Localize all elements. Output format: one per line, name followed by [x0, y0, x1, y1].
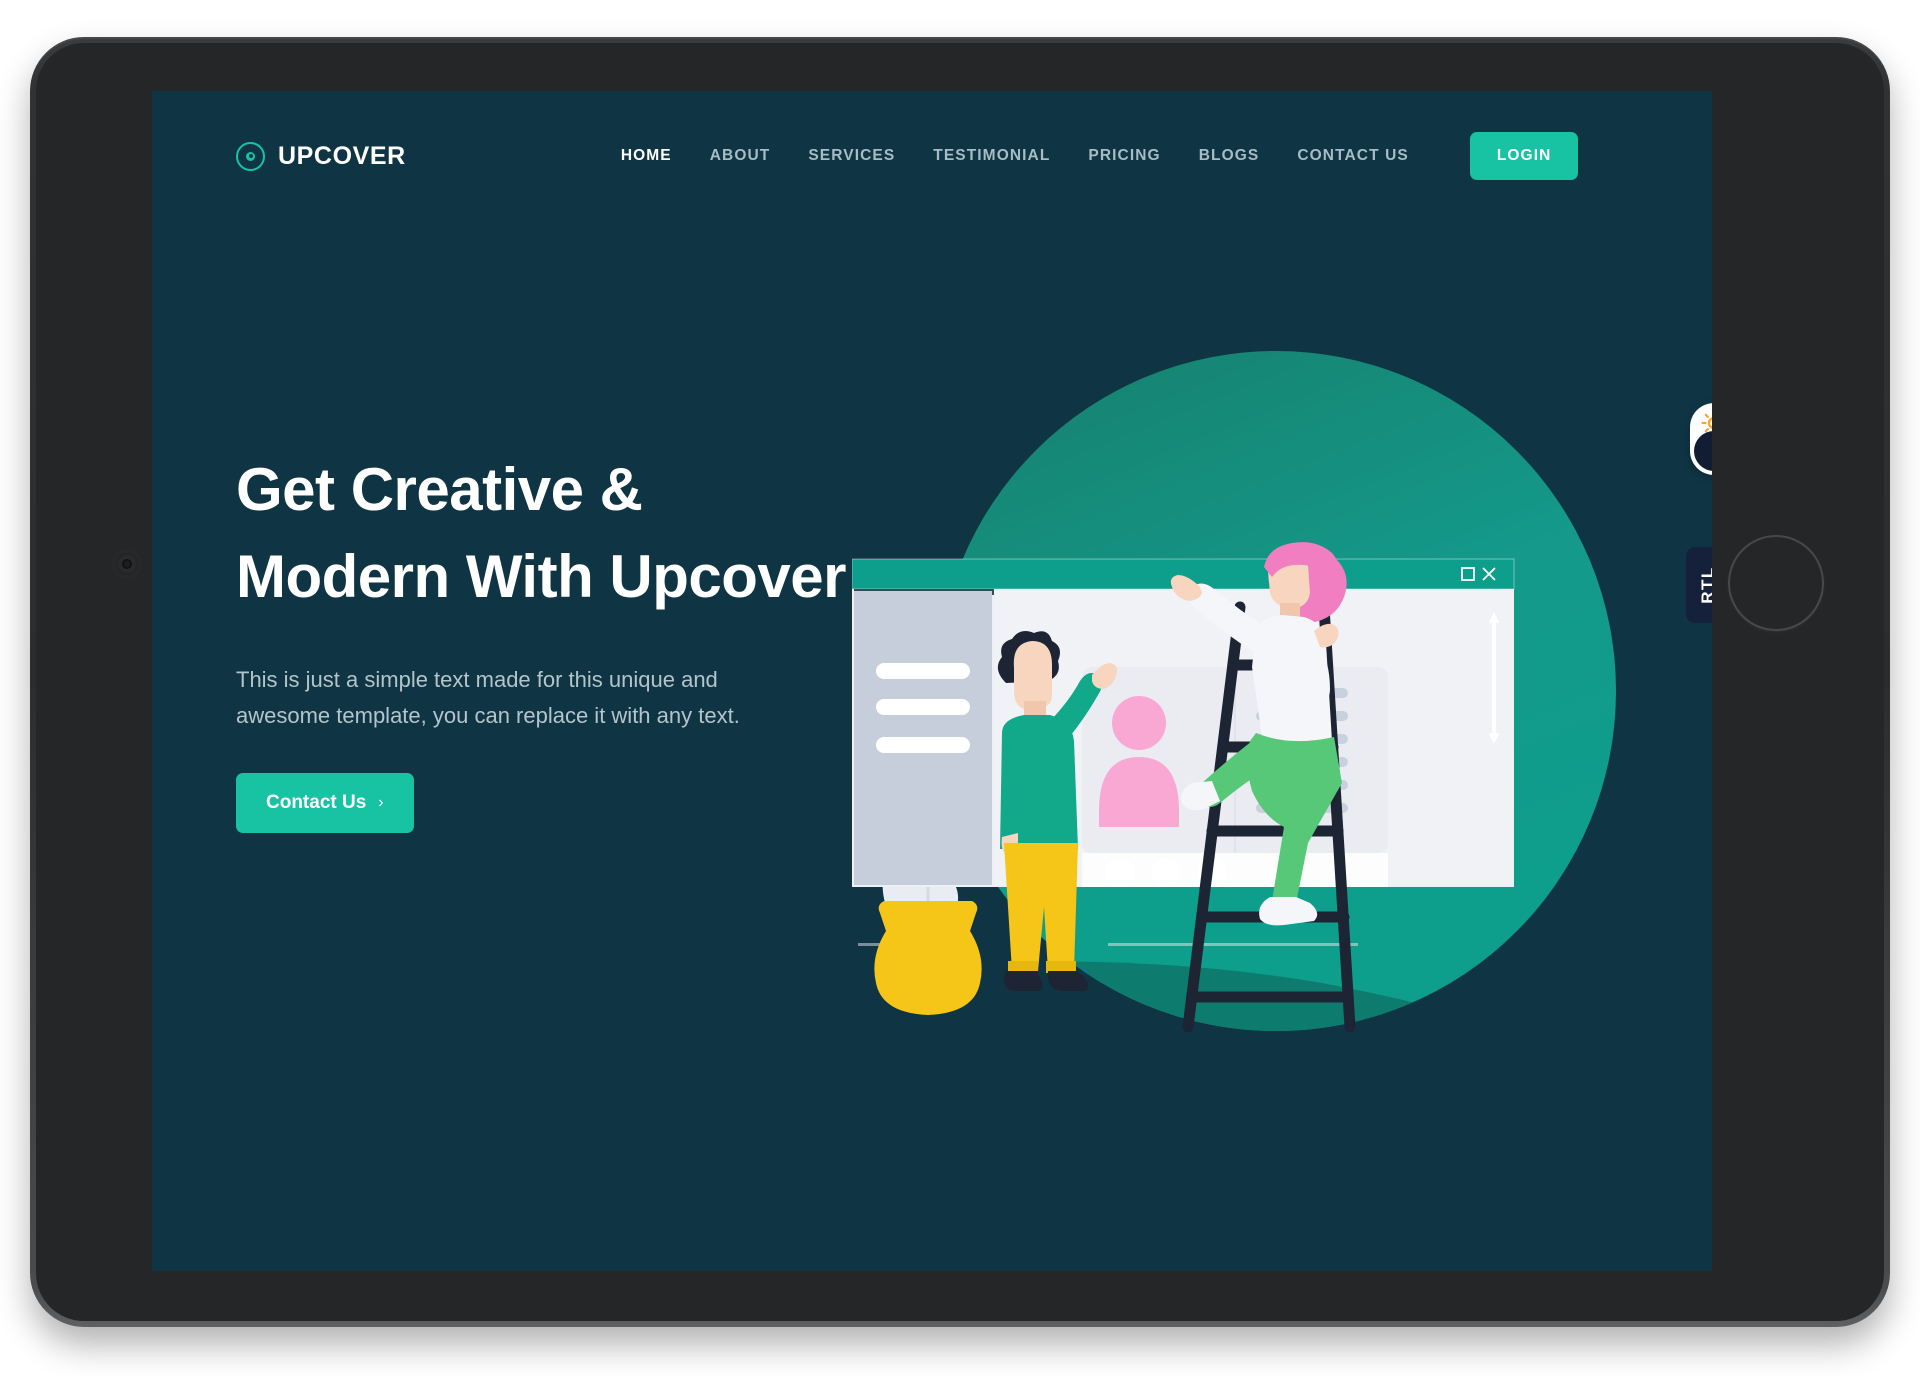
contact-us-button[interactable]: Contact Us › [236, 773, 414, 834]
tablet-screen: UPCOVER HOME ABOUT SERVICES TESTIMONIAL … [152, 91, 1712, 1271]
nav-item-testimonial[interactable]: TESTIMONIAL [914, 147, 1069, 165]
nav-item-services[interactable]: SERVICES [789, 147, 914, 165]
primary-nav: HOME ABOUT SERVICES TESTIMONIAL PRICING … [602, 147, 1428, 165]
sidebar-placeholder-bar [876, 699, 970, 715]
browser-window-mock [852, 558, 1515, 891]
contact-us-label: Contact Us [266, 792, 367, 814]
avatar [1112, 696, 1166, 750]
brand-name: UPCOVER [278, 141, 406, 170]
rtl-toggle-tab[interactable]: RTL [1686, 547, 1712, 623]
theme-toggle[interactable] [1690, 403, 1712, 475]
tablet-device-frame: UPCOVER HOME ABOUT SERVICES TESTIMONIAL … [30, 37, 1890, 1327]
nav-item-pricing[interactable]: PRICING [1069, 147, 1179, 165]
camera-icon [116, 553, 138, 575]
floor-line-right [1108, 943, 1358, 946]
chevron-right-icon: › [378, 794, 384, 812]
sidebar-placeholder-bar [876, 663, 970, 679]
login-button[interactable]: LOGIN [1469, 132, 1579, 180]
dot-indicator [1151, 858, 1181, 888]
hero-title: Get Creative & Modern With Upcover [236, 456, 846, 610]
hero-copy: Get Creative & Modern With Upcover This … [236, 446, 856, 834]
rtl-label: RTL [1697, 566, 1712, 604]
nav-item-contact-us[interactable]: CONTACT US [1278, 147, 1427, 165]
gear-circle-logo-icon [236, 141, 265, 171]
nav-item-about[interactable]: ABOUT [691, 147, 790, 165]
moon-knob-icon [1694, 431, 1712, 471]
hero-subtitle: This is just a simple text made for this… [236, 667, 740, 728]
site-header: UPCOVER HOME ABOUT SERVICES TESTIMONIAL … [152, 91, 1712, 221]
dot-indicator [1105, 858, 1135, 888]
home-button-icon[interactable] [1728, 535, 1824, 631]
sidebar-placeholder-bar [876, 737, 970, 753]
brand-logo[interactable]: UPCOVER [236, 141, 406, 171]
nav-item-home[interactable]: HOME [602, 147, 691, 165]
team-dashboard-illustration [852, 271, 1712, 1171]
nav-item-blogs[interactable]: BLOGS [1180, 147, 1279, 165]
